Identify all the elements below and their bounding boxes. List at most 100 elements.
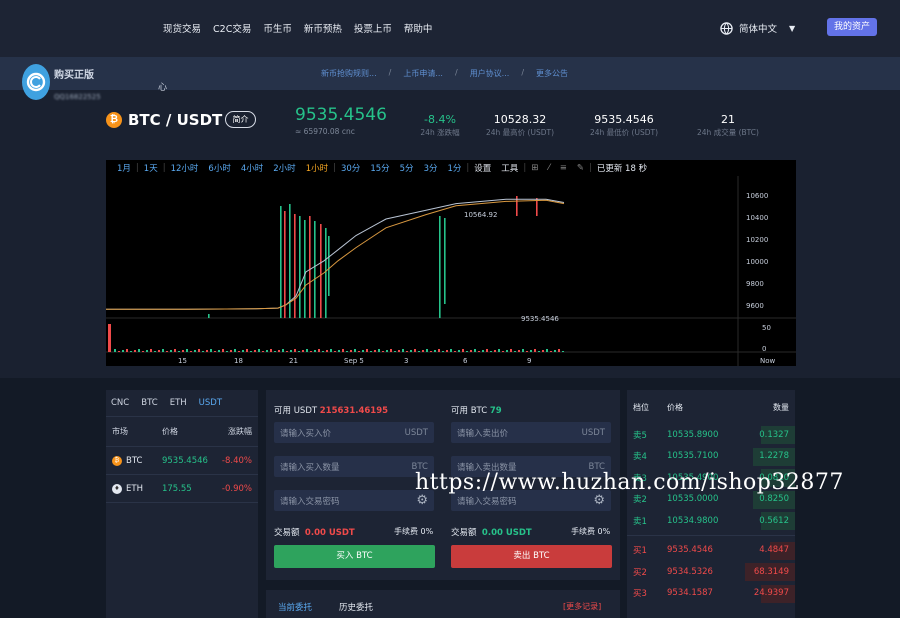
book-row[interactable]: 卖5 10535.8900 0.1327 xyxy=(627,424,795,446)
volume-bar xyxy=(338,350,340,352)
volume-bar xyxy=(366,349,368,352)
gear-icon[interactable]: ⚙ xyxy=(593,493,605,508)
volume-bar xyxy=(530,350,532,352)
book-row[interactable]: 买1 9535.4546 4.4847 xyxy=(627,540,795,562)
interval-3min[interactable]: 3分 xyxy=(419,162,443,174)
candle-bar xyxy=(299,216,301,318)
interval-12h[interactable]: 12小时 xyxy=(166,162,204,174)
volume-bar xyxy=(534,349,536,352)
nav-vote[interactable]: 投票上币 xyxy=(354,21,392,35)
tab-btc[interactable]: BTC xyxy=(141,398,157,408)
gear-icon[interactable]: ⚙ xyxy=(416,493,428,508)
book-row[interactable]: 卖1 10534.9800 0.5612 xyxy=(627,510,795,532)
notice-bar: 新币抢购规则... / 上币申请... / 用户协议... / 更多公告 xyxy=(0,57,900,90)
volume-bar xyxy=(246,349,248,352)
sell-available-label: 可用 BTC xyxy=(451,406,488,416)
book-row[interactable]: 买3 9534.1587 24.9397 xyxy=(627,583,795,605)
notice-link[interactable]: 上币申请... xyxy=(403,68,443,79)
market-change: -0.90% xyxy=(221,483,252,494)
nav-spot[interactable]: 现货交易 xyxy=(163,21,201,35)
interval-1min[interactable]: 1分 xyxy=(442,162,466,174)
volume-bar xyxy=(202,351,204,352)
sell-available-value: 79 xyxy=(489,406,502,416)
separator: / xyxy=(388,68,392,77)
volume-bar xyxy=(178,351,180,352)
my-assets-button[interactable]: 我的资产 xyxy=(827,18,877,36)
volume-bar xyxy=(294,349,296,352)
line-tool-icon[interactable]: ⁄ xyxy=(543,163,554,173)
volume-bar xyxy=(282,349,284,352)
volume-bar xyxy=(458,350,460,352)
volume-bar xyxy=(370,351,372,352)
volume-bar xyxy=(426,349,428,352)
nav-new-coin[interactable]: 新币预热 xyxy=(304,21,342,35)
tab-history-orders[interactable]: 历史委托 xyxy=(339,601,373,613)
stat-volume: 21 24h 成交量 (BTC) xyxy=(688,113,768,138)
chart-settings[interactable]: 设置 xyxy=(469,162,496,174)
sell-price-input[interactable]: 请输入卖出价 USDT xyxy=(451,422,611,443)
interval-1m[interactable]: 1月 xyxy=(106,162,136,174)
market-symbol: ETH xyxy=(126,483,143,494)
notice-link[interactable]: 更多公告 xyxy=(536,68,568,79)
nav-help[interactable]: 帮助中 xyxy=(404,21,433,35)
notice-link[interactable]: 用户协议... xyxy=(470,68,510,79)
candle-bar xyxy=(325,228,327,318)
volume-bar xyxy=(522,349,524,352)
brand-logo[interactable] xyxy=(22,64,50,100)
interval-1h[interactable]: 1小时 xyxy=(301,162,333,174)
interval-5min[interactable]: 5分 xyxy=(395,162,419,174)
book-row[interactable]: 卖4 10535.7100 1.2278 xyxy=(627,446,795,468)
crosshair-icon[interactable]: ⊞ xyxy=(526,163,543,173)
interval-1d[interactable]: 1天 xyxy=(139,162,163,174)
chart-tools[interactable]: 工具 xyxy=(496,162,523,174)
volume-bar xyxy=(250,351,252,352)
language-selector[interactable]: 简体中文 ▼ xyxy=(720,21,795,35)
book-row[interactable]: 买2 9534.5326 68.3149 xyxy=(627,561,795,583)
book-qty: 1.2278 xyxy=(759,451,789,462)
menu-icon[interactable]: ≡ xyxy=(555,163,572,173)
market-row[interactable]: ♦ ETH 175.55 -0.90% xyxy=(106,475,258,503)
nav-c2c[interactable]: C2C交易 xyxy=(213,21,251,35)
volume-bar xyxy=(238,351,240,352)
volume-bar xyxy=(550,351,552,352)
volume-bar xyxy=(298,351,300,352)
book-price: 10535.0000 xyxy=(667,494,719,505)
buy-price-input[interactable]: 请输入买入价 USDT xyxy=(274,422,434,443)
sell-button[interactable]: 卖出 BTC xyxy=(451,545,612,568)
book-price: 9535.4546 xyxy=(667,545,713,556)
market-row[interactable]: ₿ BTC 9535.4546 -8.40% xyxy=(106,447,258,475)
placeholder: 请输入交易密码 xyxy=(280,496,340,507)
kline-chart[interactable]: 1月 | 1天 | 12小时 6小时 4小时 2小时 1小时 | 30分 15分 5分… xyxy=(106,160,796,366)
tab-current-orders[interactable]: 当前委托 xyxy=(278,601,312,613)
tab-cnc[interactable]: CNC xyxy=(111,398,129,408)
amount-value: 0.00 USDT xyxy=(304,528,355,538)
unit: USDT xyxy=(581,427,605,438)
interval-6h[interactable]: 6小时 xyxy=(203,162,235,174)
interval-30min[interactable]: 30分 xyxy=(336,162,365,174)
brush-icon[interactable]: ✎ xyxy=(572,163,589,173)
volume-label: 24h 成交量 (BTC) xyxy=(697,128,759,137)
notice-link[interactable]: 新币抢购规则... xyxy=(321,68,377,79)
tab-usdt[interactable]: USDT xyxy=(199,398,222,408)
interval-2h[interactable]: 2小时 xyxy=(268,162,300,174)
buy-button[interactable]: 买入 BTC xyxy=(274,545,435,568)
volume-bar xyxy=(226,351,228,352)
buy-password-input[interactable]: 请输入交易密码 ⚙ xyxy=(274,490,434,511)
volume-bar xyxy=(430,351,432,352)
interval-15min[interactable]: 15分 xyxy=(365,162,394,174)
more-records-link[interactable]: [更多记录] xyxy=(563,601,601,612)
book-level: 买1 xyxy=(633,546,647,557)
candle-bar xyxy=(439,216,441,318)
volume-bar xyxy=(562,351,564,352)
buy-qty-input[interactable]: 请输入买入数量 BTC xyxy=(274,456,434,477)
sell-fee: 手续费 0% xyxy=(571,527,611,536)
volume-bar xyxy=(302,350,304,352)
ethereum-icon: ♦ xyxy=(112,483,122,494)
market-price: 175.55 xyxy=(161,483,192,494)
tab-eth[interactable]: ETH xyxy=(170,398,187,408)
interval-4h[interactable]: 4小时 xyxy=(236,162,268,174)
nav-coin-earn[interactable]: 币生币 xyxy=(263,21,292,35)
volume-bar xyxy=(158,350,160,352)
intro-button[interactable]: 简介 xyxy=(225,111,256,128)
volume-bar xyxy=(402,349,404,352)
